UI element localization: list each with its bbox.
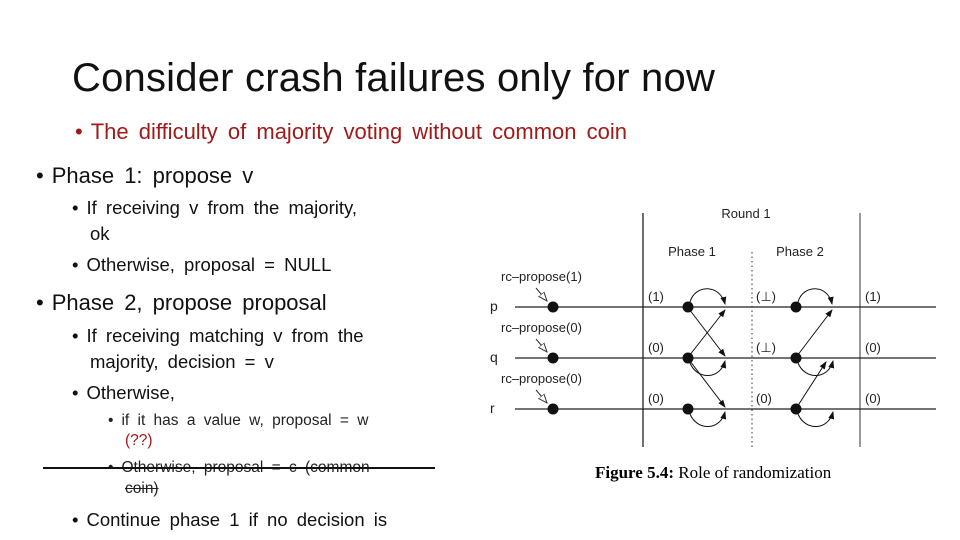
phase1-dot-q <box>682 352 694 364</box>
process-name-q: q <box>490 349 498 365</box>
randomization-figure: Round 1 Phase 1 Phase 2 p q r rc–propose… <box>490 206 936 447</box>
phase2-value-p: (⊥) <box>756 289 776 304</box>
phase1-value-p: (1) <box>648 289 664 304</box>
subtitle-bullet: The difficulty of majority voting withou… <box>75 119 627 145</box>
bullet-phase1-majority-cont: ok <box>90 223 110 244</box>
question-marks: (??) <box>125 432 153 449</box>
proposal-arrow-p <box>535 287 547 301</box>
bullet-phase1-otherwise: Otherwise, proposal = NULL <box>72 254 331 276</box>
figure-caption: Figure 5.4: Role of randomization <box>595 463 831 483</box>
proposal-label-q: rc–propose(0) <box>501 320 582 335</box>
end-value-q: (0) <box>865 340 881 355</box>
caption-text: Role of randomization <box>674 463 832 482</box>
phase2-value-r: (0) <box>756 391 772 406</box>
bullet-has-value: if it has a value w, proposal = w <box>108 412 368 430</box>
bullet-phase2: Phase 2, propose proposal <box>36 290 327 316</box>
phase1-dot-p <box>682 301 694 313</box>
phase1-label: Phase 1 <box>668 244 716 259</box>
slide-title: Consider crash failures only for now <box>72 56 716 100</box>
phase2-msg-p-self <box>797 288 834 305</box>
phase2-dot-r <box>790 403 802 415</box>
phase1-dot-r <box>682 403 694 415</box>
phase1-msg-r-self <box>689 411 727 427</box>
proposal-label-p: rc–propose(1) <box>501 269 582 284</box>
bullet-phase2-matching-cont: majority, decision = v <box>90 351 274 372</box>
start-dot-q <box>547 352 559 364</box>
end-value-p: (1) <box>865 289 881 304</box>
bullet-phase1: Phase 1: propose v <box>36 163 254 189</box>
proposal-arrow-q <box>535 338 547 352</box>
phase2-value-q: (⊥) <box>756 340 776 355</box>
bullet-continue: Continue phase 1 if no decision is <box>72 509 387 531</box>
strikethrough-line <box>43 467 435 469</box>
proposal-arrow-r <box>535 389 547 403</box>
phase1-msg-q-to-r <box>689 360 726 408</box>
start-dot-p <box>547 301 559 313</box>
phase1-value-r: (0) <box>648 391 664 406</box>
end-value-r: (0) <box>865 391 881 406</box>
caption-number: Figure 5.4: <box>595 463 675 482</box>
bullet-common-coin-struck-cont: coin) <box>125 480 159 497</box>
phase2-label: Phase 2 <box>776 244 824 259</box>
phase2-msg-q-self <box>797 360 835 376</box>
phase1-value-q: (0) <box>648 340 664 355</box>
round-label: Round 1 <box>721 206 770 221</box>
bullet-phase2-otherwise: Otherwise, <box>72 382 174 404</box>
proposal-label-r: rc–propose(0) <box>501 371 582 386</box>
bullet-phase1-majority: If receiving v from the majority, <box>72 197 357 219</box>
process-name-r: r <box>490 400 495 416</box>
bullet-phase2-matching: If receiving matching v from the <box>72 325 363 347</box>
phase2-dot-p <box>790 301 802 313</box>
phase1-msg-p-self <box>689 288 727 305</box>
start-dot-r <box>547 403 559 415</box>
phase2-msg-r-self <box>797 411 835 427</box>
phase2-dot-q <box>790 352 802 364</box>
phase2-msg-q-to-p <box>796 309 833 357</box>
process-name-p: p <box>490 298 498 314</box>
